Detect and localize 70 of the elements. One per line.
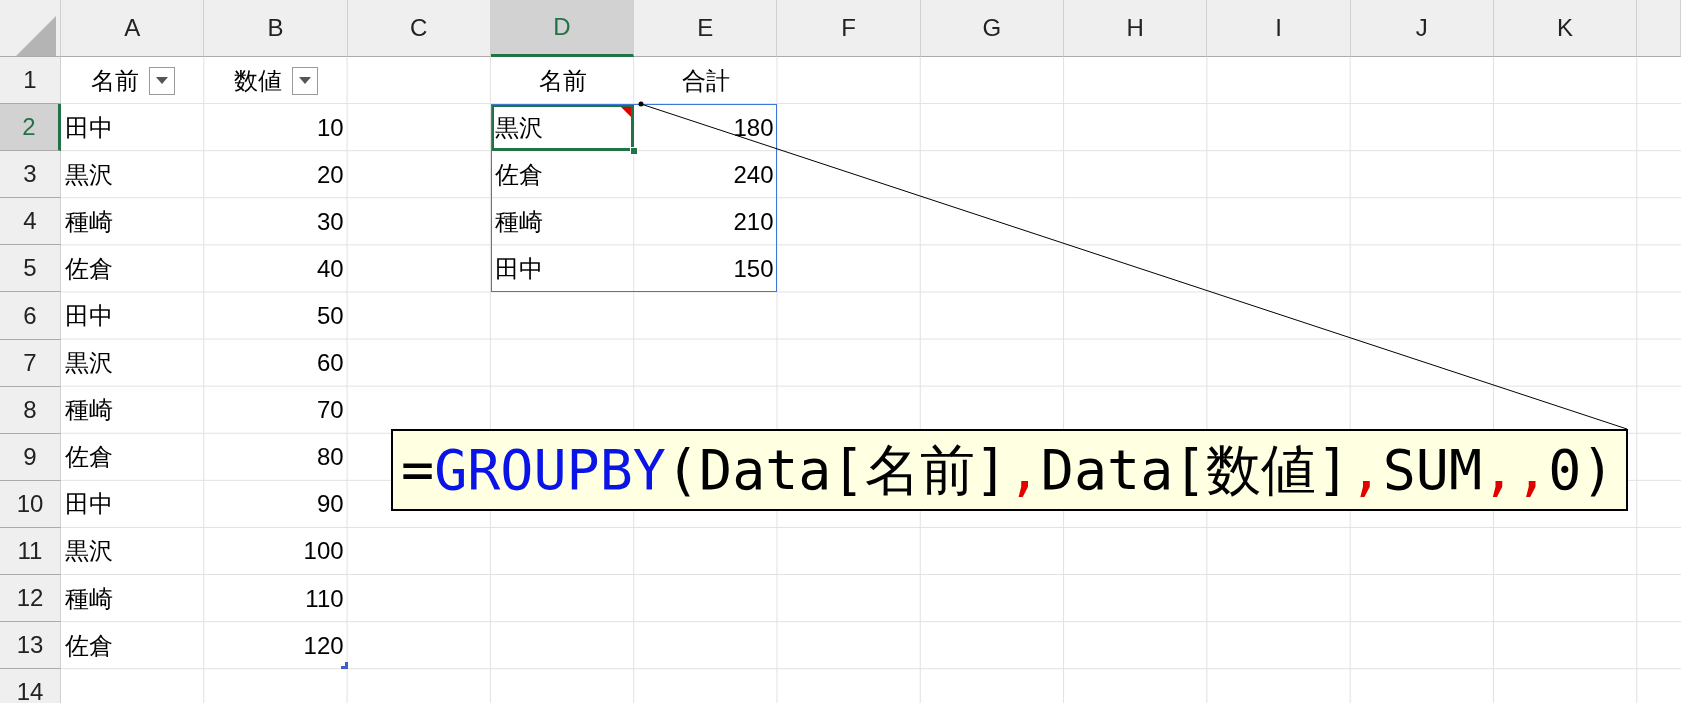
table-cell-text: 佐倉 [64, 630, 114, 661]
row-header[interactable]: 3 [0, 151, 61, 199]
table-cell-text: 黒沢 [64, 348, 114, 379]
resize-handle-icon[interactable] [340, 662, 348, 670]
formula-callout: =GROUPBY(Data[名前],Data[数値],SUM,,0) [391, 429, 1628, 511]
table-cell-text: 100 [302, 536, 345, 567]
row-header[interactable]: 1 [0, 57, 61, 105]
row-header[interactable]: 8 [0, 386, 61, 434]
row-header[interactable]: 6 [0, 292, 61, 340]
table-cell-text: 田中 [64, 112, 114, 143]
table-cell-text: 80 [315, 442, 345, 473]
row-header[interactable]: 12 [0, 575, 61, 623]
column-header[interactable]: D [490, 0, 635, 57]
table-cell-text: 佐倉 [64, 442, 114, 473]
row-header[interactable]: 9 [0, 433, 61, 481]
table-cell-text: 種崎 [493, 206, 544, 237]
column-heading: 名前 [90, 65, 139, 96]
table-cell-text: 60 [315, 348, 345, 379]
column-header[interactable]: E [634, 0, 778, 57]
row-header[interactable]: 7 [0, 339, 61, 387]
table-cell-text: 20 [315, 159, 345, 190]
table-cell-text: 佐倉 [493, 159, 544, 190]
table-cell-text: 田中 [493, 253, 544, 284]
table-cell-text: 90 [315, 489, 345, 520]
table-cell-text: 名前 [537, 65, 588, 96]
table-cell-text: 180 [732, 112, 775, 143]
filter-button[interactable] [148, 66, 175, 95]
table-cell-text: 合計 [680, 65, 731, 96]
column-heading: 数値 [233, 65, 282, 96]
row-header[interactable]: 5 [0, 245, 61, 293]
column-header[interactable]: K [1493, 0, 1638, 57]
table-cell-text: 種崎 [64, 206, 114, 237]
row-header[interactable]: 14 [0, 669, 61, 703]
table-cell-text: 種崎 [64, 395, 114, 426]
triangle-icon [16, 16, 56, 56]
table-cell-text: 40 [315, 253, 345, 284]
column-header[interactable]: H [1064, 0, 1208, 57]
table-cell-text: 田中 [64, 489, 114, 520]
column-header[interactable]: A [61, 0, 205, 57]
table-cell-text: 黒沢 [64, 536, 114, 567]
column-header[interactable]: F [777, 0, 921, 57]
comment-indicator-icon [621, 107, 632, 118]
table-cell-text: 30 [315, 206, 345, 237]
table-cell-text: 田中 [64, 301, 114, 331]
table-cell-text: 黒沢 [64, 159, 114, 190]
table-cell: 120 [204, 622, 348, 670]
table-cell: 黒沢 [490, 104, 635, 152]
table-cell-text: 210 [732, 206, 775, 237]
table-cell-text: 50 [315, 301, 345, 331]
row-header[interactable]: 13 [0, 622, 61, 670]
filter-button[interactable] [291, 66, 318, 95]
row-header[interactable]: 4 [0, 198, 61, 246]
column-header[interactable]: C [347, 0, 491, 57]
table-cell-text: 150 [732, 253, 775, 284]
row-header[interactable]: 2 [0, 104, 61, 152]
caret-icon [155, 77, 168, 85]
table-cell-text: 種崎 [64, 583, 114, 614]
row-header[interactable]: 11 [0, 527, 61, 576]
column-header[interactable]: B [204, 0, 348, 57]
column-header[interactable]: I [1207, 0, 1351, 57]
table-cell-text: 70 [315, 395, 345, 426]
caret-icon [298, 77, 311, 85]
column-header[interactable]: J [1350, 0, 1494, 57]
table-cell-text: 10 [315, 112, 345, 143]
row-header[interactable]: 10 [0, 480, 61, 528]
fill-handle[interactable] [630, 147, 639, 156]
table-cell-text: 240 [732, 159, 775, 190]
column-header[interactable]: G [920, 0, 1065, 57]
table-cell-text: 佐倉 [64, 253, 114, 284]
table-cell-text: 110 [304, 583, 345, 614]
